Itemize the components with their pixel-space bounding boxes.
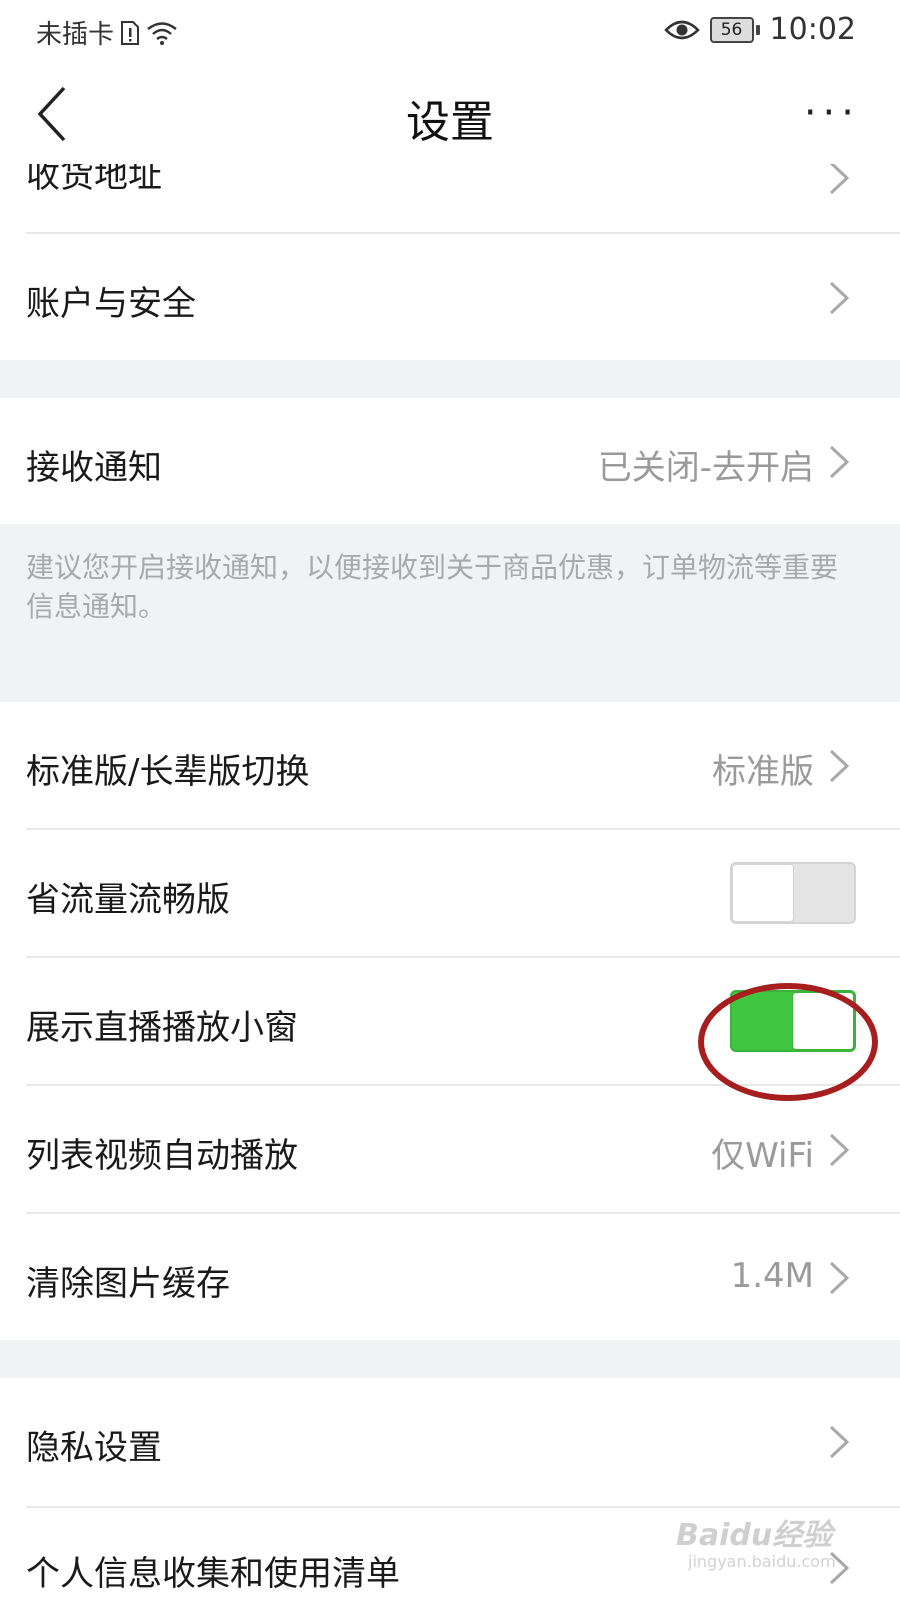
mode-value: 标准版 — [712, 752, 814, 792]
row-data-saver: 省流量流畅版 — [0, 830, 900, 956]
carrier-text: 未插卡 — [36, 20, 115, 50]
toggle-knob — [732, 864, 794, 922]
chevron-right-icon — [829, 1425, 850, 1459]
wifi-icon — [147, 21, 177, 45]
row-privacy[interactable]: 隐私设置 — [0, 1378, 900, 1506]
row-mode-switch-label: 标准版/长辈版切换 — [26, 752, 310, 792]
baidu-jingyan-watermark: Baidu经验 — [676, 1518, 833, 1553]
row-privacy-label: 隐私设置 — [26, 1428, 162, 1468]
battery-level: 56 — [709, 16, 754, 43]
settings-list: 收货地址 账户与安全 接收通知 已关闭-去开启 建议您开启接收通知，以便接收到关… — [0, 0, 900, 1600]
status-right: 56 10:02 — [663, 12, 856, 47]
chevron-right-icon — [829, 1261, 850, 1295]
row-account-security[interactable]: 账户与安全 — [0, 234, 900, 360]
page-title: 设置 — [406, 97, 494, 148]
data-saver-toggle[interactable] — [730, 862, 856, 924]
cache-size: 1.4M — [730, 1256, 814, 1296]
chevron-right-icon — [829, 1133, 850, 1167]
battery-tip — [755, 24, 760, 35]
row-clear-cache-label: 清除图片缓存 — [26, 1264, 230, 1304]
section-gap — [0, 1340, 900, 1378]
sim-alert-icon — [121, 20, 140, 45]
notifications-status: 已关闭-去开启 — [597, 448, 814, 488]
chevron-right-icon — [829, 445, 850, 479]
battery-icon: 56 — [709, 16, 760, 43]
clock: 10:02 — [769, 12, 856, 47]
chevron-right-icon — [829, 281, 850, 315]
navigation-bar: 设置 ··· — [0, 64, 900, 164]
row-account-security-label: 账户与安全 — [26, 284, 196, 324]
more-options-icon[interactable]: ··· — [804, 90, 860, 136]
status-left: 未插卡 — [36, 14, 178, 51]
row-video-autoplay-label: 列表视频自动播放 — [26, 1136, 298, 1176]
highlight-circle-annotation — [698, 983, 878, 1101]
autoplay-value: 仅WiFi — [711, 1136, 814, 1176]
row-mode-switch[interactable]: 标准版/长辈版切换 标准版 — [0, 702, 900, 828]
notification-hint-text: 建议您开启接收通知，以便接收到关于商品优惠，订单物流等重要信息通知。 — [26, 551, 839, 623]
row-video-autoplay[interactable]: 列表视频自动播放 仅WiFi — [0, 1086, 900, 1212]
notification-hint-panel: 建议您开启接收通知，以便接收到关于商品优惠，订单物流等重要信息通知。 — [0, 524, 900, 702]
row-personal-info-label: 个人信息收集和使用清单 — [26, 1554, 400, 1594]
section-gap — [0, 360, 900, 398]
chevron-right-icon — [829, 749, 850, 783]
watermark-url: jingyan.baidu.com — [688, 1552, 836, 1571]
chevron-right-icon — [829, 161, 850, 195]
status-bar: 未插卡 56 10:02 — [0, 0, 900, 64]
row-clear-cache[interactable]: 清除图片缓存 1.4M — [0, 1214, 900, 1340]
row-receive-notifications[interactable]: 接收通知 已关闭-去开启 — [0, 398, 900, 524]
eye-icon — [663, 20, 700, 39]
row-data-saver-label: 省流量流畅版 — [26, 880, 230, 920]
row-live-window-label: 展示直播播放小窗 — [26, 1008, 298, 1048]
row-receive-notifications-label: 接收通知 — [26, 448, 162, 488]
